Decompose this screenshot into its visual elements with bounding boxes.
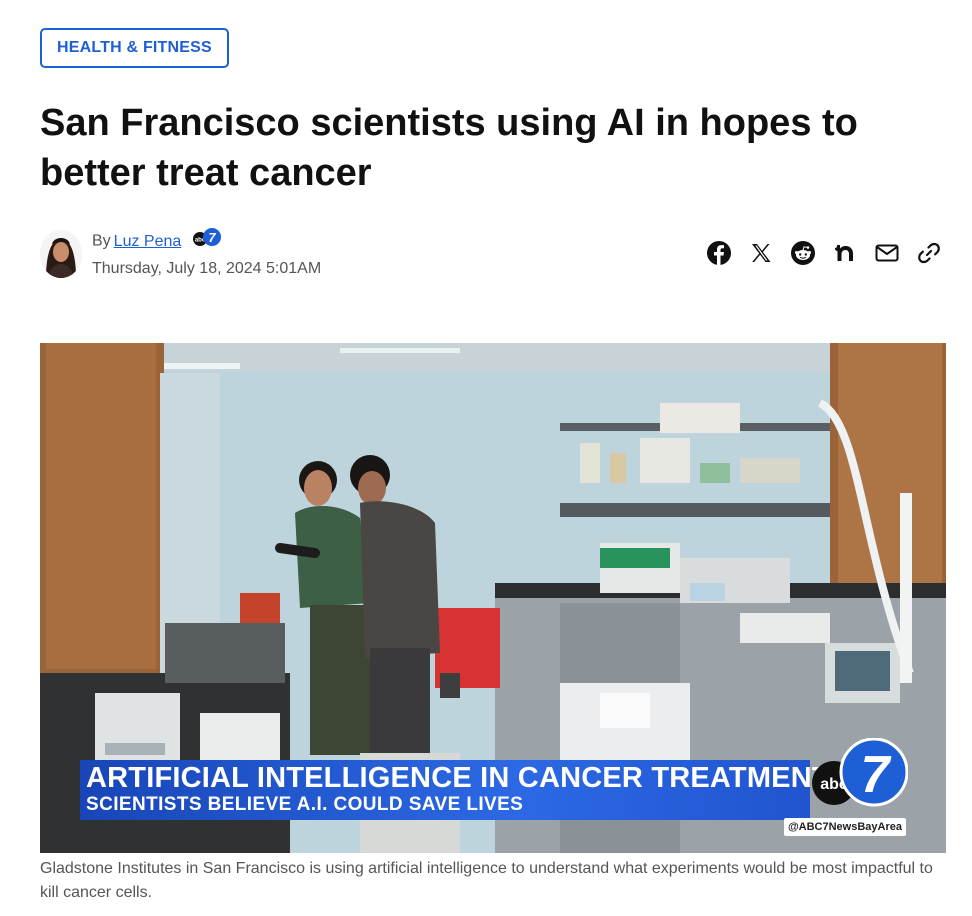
category-tag[interactable]: HEALTH & FITNESS <box>40 28 229 68</box>
abc7-small-logo-icon: abc 7 <box>192 226 222 253</box>
facebook-icon[interactable] <box>706 240 732 266</box>
reddit-icon[interactable] <box>790 240 816 266</box>
social-handle: @ABC7NewsBayArea <box>783 818 906 836</box>
share-bar <box>706 240 942 266</box>
image-caption: Gladstone Institutes in San Francisco is… <box>40 860 933 901</box>
lower-third-title: ARTIFICIAL INTELLIGENCE IN CANCER TREATM… <box>86 762 830 794</box>
email-icon[interactable] <box>874 240 900 266</box>
link-icon[interactable] <box>916 240 942 266</box>
author-link[interactable]: Luz Pena <box>114 233 182 250</box>
svg-text:7: 7 <box>208 230 216 245</box>
x-icon[interactable] <box>748 240 774 266</box>
article-headline: San Francisco scientists using AI in hop… <box>40 102 858 194</box>
abc-logo-number: 7 <box>861 746 892 804</box>
nextdoor-icon[interactable] <box>832 240 858 266</box>
news-lower-third: ARTIFICIAL INTELLIGENCE IN CANCER TREATM… <box>80 760 830 820</box>
hero-video[interactable]: ARTIFICIAL INTELLIGENCE IN CANCER TREATM… <box>40 343 946 853</box>
abc7-logo-icon: abc 7 <box>812 737 909 819</box>
publish-date: Thursday, July 18, 2024 5:01AM <box>92 260 322 277</box>
byline: By Luz Pena abc 7 <box>92 228 222 253</box>
author-avatar[interactable] <box>40 230 82 278</box>
lower-third-subtitle: SCIENTISTS BELIEVE A.I. COULD SAVE LIVES <box>86 794 524 815</box>
byline-prefix: By <box>92 232 111 250</box>
